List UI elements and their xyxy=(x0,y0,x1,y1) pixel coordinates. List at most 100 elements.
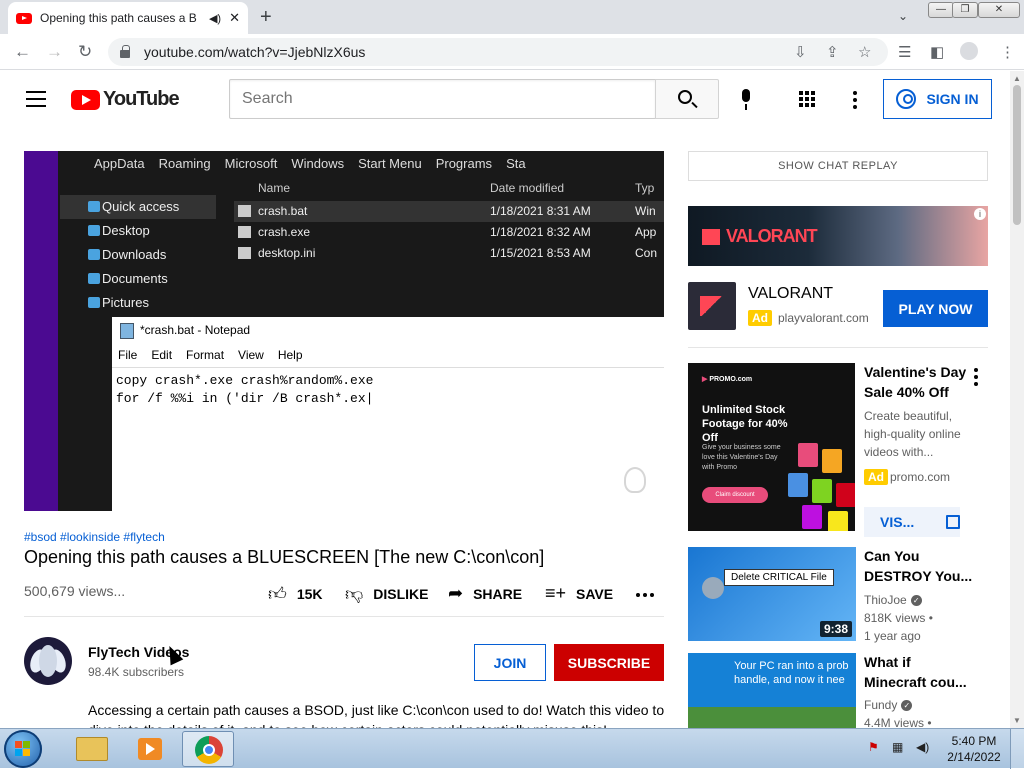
maximize-button[interactable]: ❐ xyxy=(952,2,978,18)
video-thumbnail[interactable]: Your PC ran into a prob handle, and now … xyxy=(688,653,856,728)
start-button[interactable] xyxy=(4,730,42,768)
dislike-button[interactable]: 👎︎ DISLIKE xyxy=(345,583,429,605)
promo-ad-thumbnail[interactable]: ▶ PROMO.com Unlimited Stock Footage for … xyxy=(688,363,855,531)
recommended-channel[interactable]: ThioJoe ✓ xyxy=(864,591,974,609)
youtube-play-icon xyxy=(71,89,100,110)
recommended-video-title[interactable]: What if Minecraft cou... xyxy=(864,652,974,692)
save-label: SAVE xyxy=(576,585,614,602)
notepad-window: *crash.bat - Notepad File Edit Format Vi… xyxy=(112,317,664,511)
visit-site-button[interactable]: VIS... xyxy=(864,507,960,537)
ad-menu-icon[interactable] xyxy=(974,368,978,389)
share-button[interactable]: ➦ SHARE xyxy=(448,583,522,604)
search-button[interactable] xyxy=(655,79,719,119)
show-chat-replay-button[interactable]: SHOW CHAT REPLAY xyxy=(688,151,988,181)
valorant-ad-icon[interactable] xyxy=(688,282,736,330)
external-link-icon xyxy=(946,515,960,529)
file-type: Win xyxy=(635,204,656,218)
chrome-taskbar-icon[interactable] xyxy=(182,731,234,767)
back-icon[interactable]: ← xyxy=(14,42,31,62)
volume-icon[interactable]: ◀) xyxy=(916,740,929,754)
clock-date: 2/14/2022 xyxy=(947,750,1001,764)
scroll-down-icon[interactable]: ▼ xyxy=(1013,716,1021,725)
page-scrollbar[interactable]: ▲ ▼ xyxy=(1010,71,1024,728)
verified-icon: ✓ xyxy=(910,595,922,607)
notepad-menu-item: Help xyxy=(277,348,303,362)
search-input[interactable] xyxy=(229,79,656,119)
sign-in-button[interactable]: SIGN IN xyxy=(883,79,992,119)
address-bar[interactable]: youtube.com/watch?v=JjebNlzX6us xyxy=(108,38,888,66)
settings-menu-icon[interactable] xyxy=(853,91,857,112)
speaker-icon[interactable]: ◀) xyxy=(209,12,221,25)
new-tab-button[interactable]: + xyxy=(260,6,272,29)
promo-tiles xyxy=(788,443,855,531)
notepad-menu-item: Edit xyxy=(151,348,173,362)
reload-icon[interactable]: ↻ xyxy=(78,42,92,62)
share-label: SHARE xyxy=(473,585,523,602)
video-description: Accessing a certain path causes a BSOD, … xyxy=(88,702,665,728)
file-name: crash.exe xyxy=(234,222,490,243)
path-segment: Programs xyxy=(435,155,493,171)
video-duration: 9:38 xyxy=(819,621,852,637)
account-icon xyxy=(896,89,917,109)
menu-icon[interactable] xyxy=(26,91,46,107)
bookmark-star-icon[interactable]: ☆ xyxy=(858,43,871,61)
install-icon[interactable]: ⇩ xyxy=(794,43,807,61)
recommended-channel[interactable]: Fundy ✓ xyxy=(864,696,974,714)
network-icon[interactable]: ▦ xyxy=(892,740,903,754)
video-thumbnail[interactable]: Delete CRITICAL File 9:38 xyxy=(688,547,856,641)
thumbnail-caption: Your PC ran into a prob handle, and now … xyxy=(734,660,849,686)
media-control-icon[interactable]: ☰ xyxy=(898,43,911,61)
profile-icon[interactable] xyxy=(960,42,978,60)
ad-badge: Ad xyxy=(864,469,888,485)
taskbar-clock[interactable]: 5:40 PM 2/14/2022 xyxy=(944,733,1004,765)
share-icon[interactable]: ⇪ xyxy=(826,43,839,61)
youtube-logo[interactable]: YouTube xyxy=(71,88,180,111)
hashtags[interactable]: #bsod #lookinside #flytech xyxy=(24,530,165,544)
save-button[interactable]: ≡+ SAVE xyxy=(545,583,613,604)
ad-advertiser-name[interactable]: VALORANT xyxy=(748,285,833,303)
forward-icon[interactable]: → xyxy=(46,42,63,62)
file-date: 1/18/2021 8:31 AM xyxy=(490,204,591,218)
join-button[interactable]: JOIN xyxy=(474,644,546,681)
minimize-button[interactable]: — xyxy=(928,2,954,18)
path-segment: Windows xyxy=(291,155,345,171)
view-count[interactable]: 500,679 views... xyxy=(24,583,125,599)
promo-ad-title[interactable]: Valentine's Day Sale 40% Off xyxy=(864,362,974,402)
tab-title: Opening this path causes a B xyxy=(40,11,197,25)
browser-tab[interactable]: Opening this path causes a B ◀) ✕ xyxy=(8,2,248,34)
nav-item: Documents xyxy=(60,267,216,291)
nav-item: Desktop xyxy=(60,219,216,243)
ad-info-icon[interactable]: i xyxy=(974,208,986,220)
column-header: Name xyxy=(258,181,291,195)
side-panel-icon[interactable]: ◧ xyxy=(930,43,944,61)
recommended-video-title[interactable]: Can You DESTROY You... xyxy=(864,546,974,586)
scroll-up-icon[interactable]: ▲ xyxy=(1013,74,1021,83)
video-player[interactable]: AppData Roaming Microsoft Windows Start … xyxy=(24,151,664,511)
explorer-nav-pane: Quick access Desktop Downloads Documents… xyxy=(60,195,216,315)
subscribe-button[interactable]: SUBSCRIBE xyxy=(554,644,664,681)
channel-avatar[interactable] xyxy=(24,637,72,685)
chrome-menu-icon[interactable]: ⋮ xyxy=(1000,43,1015,61)
recommended-views: 818K views • xyxy=(864,611,933,625)
close-window-button[interactable]: ✕ xyxy=(978,2,1020,18)
browser-tab-strip: Opening this path causes a B ◀) ✕ + ⌄ — … xyxy=(0,0,1024,34)
more-actions-icon[interactable] xyxy=(636,593,654,597)
apps-icon[interactable] xyxy=(799,91,815,107)
play-now-button[interactable]: PLAY NOW xyxy=(883,290,988,327)
banner-brand: VALORANT xyxy=(726,226,818,246)
explorer-taskbar-icon[interactable] xyxy=(66,731,118,767)
video-left-bar xyxy=(24,151,58,511)
media-player-taskbar-icon[interactable] xyxy=(124,731,176,767)
thumbnail-minecraft-ground xyxy=(688,707,856,728)
show-desktop-button[interactable] xyxy=(1010,729,1024,769)
recommended-age: 1 year ago xyxy=(864,629,921,643)
network-alert-icon[interactable]: ⚑ xyxy=(868,740,879,754)
explorer-file-list: Name Date modified Typ crash.bat 1/18/20… xyxy=(234,181,664,264)
mic-icon[interactable] xyxy=(740,89,752,111)
close-tab-icon[interactable]: ✕ xyxy=(229,10,240,26)
like-button[interactable]: 👍︎ 15K xyxy=(268,583,323,605)
dislike-label: DISLIKE xyxy=(373,586,429,602)
scrollbar-thumb[interactable] xyxy=(1013,85,1021,225)
ad-banner[interactable]: VALORANT i xyxy=(688,206,988,266)
tab-search-icon[interactable]: ⌄ xyxy=(898,9,908,23)
